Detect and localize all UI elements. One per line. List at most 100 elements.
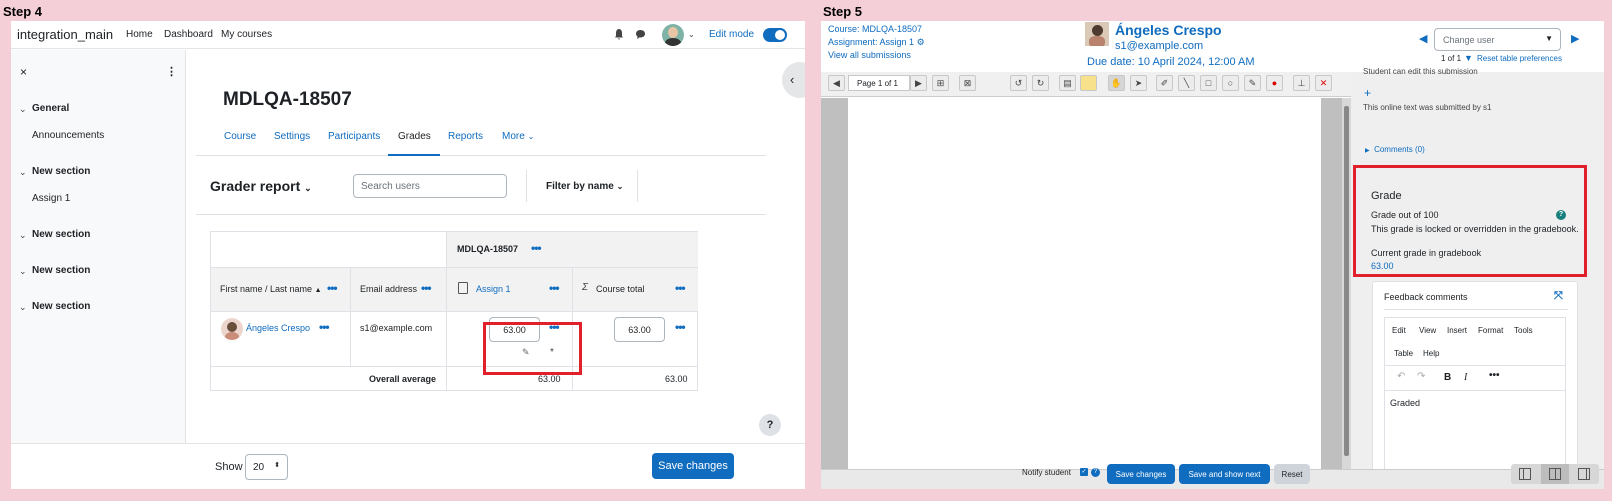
menu-view[interactable]: View (1419, 326, 1436, 335)
undo-icon[interactable]: ↶ (1397, 371, 1405, 382)
chevron-down-icon[interactable]: ⌄ (19, 167, 27, 178)
change-user-select[interactable]: Change user ▼ (1434, 28, 1561, 51)
col-assign-header[interactable]: Assign 1 (476, 284, 511, 294)
bold-icon[interactable]: B (1444, 372, 1451, 383)
gear-icon[interactable]: ⚙ (917, 37, 925, 47)
help-icon[interactable]: ? (1091, 468, 1100, 477)
tab-course[interactable]: Course (224, 131, 256, 142)
expand-comments-icon[interactable]: ⊠ (959, 75, 976, 91)
site-name[interactable]: integration_main (17, 27, 113, 42)
more-icon[interactable]: ••• (1489, 370, 1500, 381)
pdf-scrollbar[interactable] (1342, 98, 1351, 469)
collapse-review-panel-icon[interactable] (1519, 468, 1531, 480)
search-comments-icon[interactable]: ⊞ (932, 75, 949, 91)
notify-student-checkbox[interactable]: ✓ (1080, 468, 1088, 476)
breadcrumb-course[interactable]: Course: MDLQA-18507 (828, 24, 922, 34)
filter-by-name-button[interactable]: Filter by name ⌄ (546, 181, 623, 192)
chevron-down-icon[interactable]: ⌄ (19, 266, 27, 277)
col-email-header[interactable]: Email address (360, 284, 417, 294)
chevron-down-icon[interactable]: ⌄ (688, 30, 695, 39)
pdf-viewer[interactable] (821, 98, 1351, 469)
tab-more[interactable]: More ⌄ (502, 131, 534, 142)
section-new-4[interactable]: New section (32, 301, 90, 312)
col-name-menu-button[interactable]: ••• (327, 281, 338, 295)
annotation-color-icon[interactable]: ● (1266, 75, 1283, 91)
nav-dashboard[interactable]: Dashboard (164, 29, 213, 40)
message-icon[interactable] (635, 29, 646, 40)
previous-user-icon[interactable]: ◀ (1419, 32, 1427, 45)
line-icon[interactable]: ╲ (1178, 75, 1195, 91)
tab-settings[interactable]: Settings (274, 131, 310, 142)
student-menu-button[interactable]: ••• (319, 320, 330, 334)
drawer-item-assign-1[interactable]: Assign 1 (32, 193, 70, 204)
menu-tools[interactable]: Tools (1514, 326, 1533, 335)
user-name-link[interactable]: Ángeles Crespo (1115, 22, 1222, 38)
expand-icon[interactable]: ⤧ (1554, 290, 1563, 303)
filter-icon[interactable]: ▼ (1464, 53, 1473, 63)
breadcrumb-assignment[interactable]: Assignment: Assign 1 ⚙ (828, 37, 925, 48)
reset-button[interactable]: Reset (1274, 464, 1310, 484)
avatar[interactable] (662, 24, 684, 46)
rectangle-icon[interactable]: □ (1200, 75, 1217, 91)
section-new-2[interactable]: New section (32, 229, 90, 240)
next-user-icon[interactable]: ▶ (1571, 32, 1579, 45)
plus-icon[interactable]: + (1364, 86, 1371, 100)
save-changes-button[interactable]: Save changes (652, 453, 734, 479)
col-assign-menu-button[interactable]: ••• (549, 281, 560, 295)
section-new-1[interactable]: New section (32, 166, 90, 177)
bell-icon[interactable] (614, 29, 624, 40)
pen-icon[interactable]: ✐ (1156, 75, 1173, 91)
grader-report-title[interactable]: Grader report ⌄ (210, 178, 312, 194)
page-select[interactable]: Page 1 of 1 (848, 75, 910, 91)
oval-icon[interactable]: ○ (1222, 75, 1239, 91)
comments-toggle[interactable]: ▶ Comments (0) (1365, 145, 1425, 154)
edit-mode-toggle[interactable] (763, 28, 787, 42)
chevron-down-icon[interactable]: ⌄ (19, 302, 27, 313)
chevron-down-icon[interactable]: ⌄ (19, 104, 27, 115)
next-page-icon[interactable]: ▶ (910, 75, 927, 91)
highlight-icon[interactable]: ✎ (1244, 75, 1261, 91)
user-email-link[interactable]: s1@example.com (1115, 40, 1203, 52)
course-total-input[interactable]: 63.00 (614, 317, 665, 342)
rich-text-editor[interactable]: Edit View Insert Format Tools Table Help… (1384, 317, 1566, 487)
comment-icon[interactable]: ▤ (1059, 75, 1076, 91)
menu-help[interactable]: Help (1423, 349, 1439, 358)
drawer-item-announcements[interactable]: Announcements (32, 130, 104, 141)
menu-table[interactable]: Table (1394, 349, 1413, 358)
comment-color-icon[interactable] (1080, 75, 1097, 91)
total-cell-menu-button[interactable]: ••• (675, 320, 686, 334)
section-new-3[interactable]: New section (32, 265, 90, 276)
help-button[interactable]: ? (759, 414, 781, 436)
delete-stamp-icon[interactable]: ✕ (1315, 75, 1332, 91)
rotate-left-icon[interactable]: ↺ (1010, 75, 1027, 91)
tab-reports[interactable]: Reports (448, 131, 483, 142)
save-changes-button[interactable]: Save changes (1107, 464, 1175, 484)
collapse-grade-panel-icon[interactable] (1578, 468, 1590, 480)
search-users-input[interactable]: Search users (353, 174, 507, 198)
nav-home[interactable]: Home (126, 29, 153, 40)
drawer-menu-icon[interactable]: ⋮ (166, 65, 177, 78)
col-email-menu-button[interactable]: ••• (421, 281, 432, 295)
close-icon[interactable]: × (20, 65, 27, 79)
stamp-icon[interactable]: ⊥ (1293, 75, 1310, 91)
nav-my-courses[interactable]: My courses (221, 29, 272, 40)
view-all-submissions-link[interactable]: View all submissions (828, 50, 911, 60)
show-select[interactable]: 20 ⬍ (245, 454, 288, 480)
student-name-link[interactable]: Ángeles Crespo (246, 323, 310, 333)
chevron-down-icon[interactable]: ⌄ (19, 230, 27, 241)
menu-edit[interactable]: Edit (1392, 326, 1406, 335)
block-drawer-toggle[interactable]: ‹ (782, 62, 805, 98)
rotate-right-icon[interactable]: ↻ (1032, 75, 1049, 91)
prev-page-icon[interactable]: ◀ (828, 75, 845, 91)
col-name-header[interactable]: First name / Last name ▲ (220, 284, 322, 294)
menu-insert[interactable]: Insert (1447, 326, 1467, 335)
save-and-show-next-button[interactable]: Save and show next (1179, 464, 1270, 484)
redo-icon[interactable]: ↷ (1417, 371, 1425, 382)
tab-participants[interactable]: Participants (328, 131, 380, 142)
category-menu-button[interactable]: ••• (531, 241, 542, 255)
section-general[interactable]: General (32, 103, 69, 114)
col-total-menu-button[interactable]: ••• (675, 281, 686, 295)
pan-icon[interactable]: ✋ (1108, 75, 1125, 91)
italic-icon[interactable]: I (1464, 372, 1467, 383)
select-icon[interactable]: ➤ (1130, 75, 1147, 91)
